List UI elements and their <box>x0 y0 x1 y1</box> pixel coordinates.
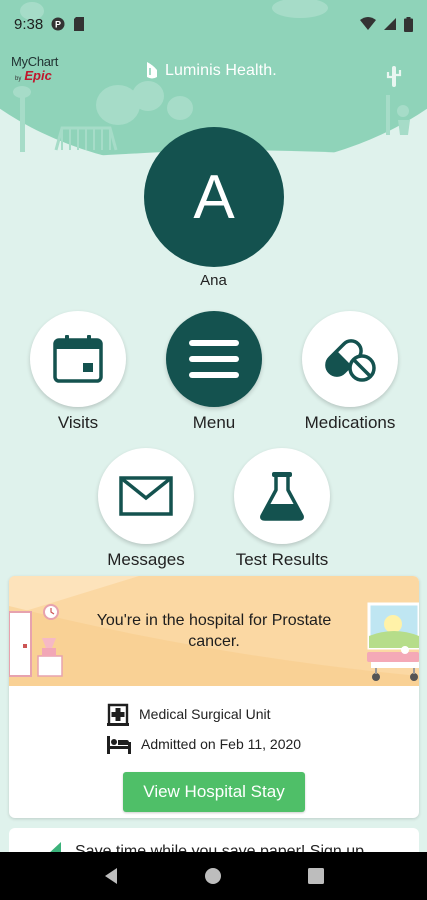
avatar-initial: A <box>193 162 235 232</box>
view-hospital-stay-button[interactable]: View Hospital Stay <box>123 772 305 812</box>
visits-button[interactable] <box>30 311 126 407</box>
hospital-banner: You're in the hospital for Prostate canc… <box>9 576 419 686</box>
home-icon[interactable] <box>204 867 222 885</box>
hospital-bed-icon <box>107 736 131 754</box>
by-text: by <box>15 76 22 82</box>
messages-button[interactable] <box>98 448 194 544</box>
luminis-leaf-icon <box>147 62 157 79</box>
hospital-message: You're in the hospital for Prostate canc… <box>96 612 332 650</box>
tile-label-menu: Menu <box>192 413 236 432</box>
calendar-icon <box>53 335 103 383</box>
by-epic: by Epic <box>11 68 77 83</box>
brand-logo: Luminis Health. <box>143 60 277 82</box>
battery-icon <box>404 16 413 32</box>
tile-label-medications: Medications <box>304 413 396 432</box>
medications-button[interactable] <box>302 311 398 407</box>
svg-text:P: P <box>55 20 61 30</box>
brand-name: Luminis Health. <box>165 62 277 79</box>
tile-label-test-results: Test Results <box>235 550 329 569</box>
tile-visits[interactable]: Visits <box>13 311 143 433</box>
status-left: 9:38 P <box>14 16 85 33</box>
tile-menu[interactable]: Menu <box>149 311 279 433</box>
mychart-logo-text: MyChart <box>11 54 59 69</box>
system-nav-bar <box>0 852 427 900</box>
cactus-icon <box>386 66 402 87</box>
admitted-row: Admitted on Feb 11, 2020 <box>107 734 301 754</box>
unit-name: Medical Surgical Unit <box>139 706 271 722</box>
hospital-stay-card: You're in the hospital for Prostate canc… <box>9 576 419 818</box>
test-results-button[interactable] <box>234 448 330 544</box>
envelope-icon <box>119 476 173 516</box>
tile-messages[interactable]: Messages <box>81 448 211 570</box>
user-avatar[interactable]: A <box>144 127 284 267</box>
mychart-epic-logo: MyChart by Epic <box>11 54 77 90</box>
sim-card-icon <box>74 17 85 31</box>
pill-capsule-icon <box>325 339 376 382</box>
recents-icon[interactable] <box>308 868 325 884</box>
tile-label-visits: Visits <box>57 413 99 432</box>
hospital-building-icon <box>107 703 129 726</box>
hamburger-menu-icon <box>189 340 239 378</box>
signal-icon <box>384 18 396 30</box>
tile-medications[interactable]: Medications <box>285 311 415 433</box>
menu-button[interactable] <box>166 311 262 407</box>
back-icon[interactable] <box>103 867 119 885</box>
flask-icon <box>260 472 304 521</box>
status-bar: 9:38 P <box>0 0 427 48</box>
notification-app-icon: P <box>51 17 65 31</box>
status-time: 9:38 <box>14 15 44 33</box>
admitted-date: Admitted on Feb 11, 2020 <box>141 736 302 752</box>
user-name: Ana <box>200 272 227 289</box>
tile-label-messages: Messages <box>107 550 185 569</box>
status-right <box>360 16 413 32</box>
wifi-icon <box>360 17 376 30</box>
tile-test-results[interactable]: Test Results <box>217 448 347 570</box>
epic-text: Epic <box>24 68 52 83</box>
unit-row: Medical Surgical Unit <box>107 702 271 726</box>
